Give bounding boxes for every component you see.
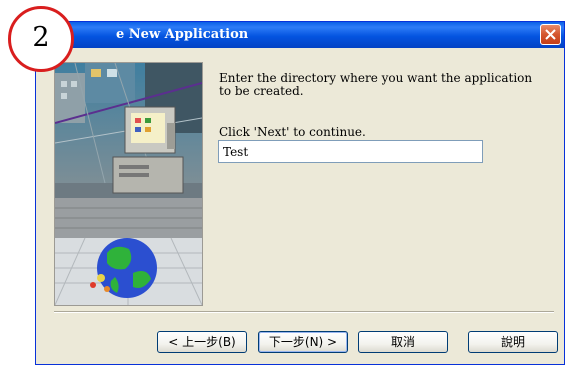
close-icon	[545, 29, 556, 40]
cancel-button[interactable]: 取消	[358, 331, 448, 353]
help-button-label: 說明	[500, 335, 525, 349]
back-button[interactable]: < 上一步(B)	[157, 331, 247, 353]
next-button-label: 下一步(N) >	[268, 335, 338, 349]
button-separator	[54, 311, 554, 313]
computer-globe-image	[55, 63, 202, 305]
instruction-text: Enter the directory where you want the a…	[219, 71, 533, 98]
step-number-badge: 2	[8, 6, 74, 72]
wizard-illustration	[54, 62, 203, 306]
help-button[interactable]: 說明	[468, 331, 558, 353]
window-title: e New Application	[116, 27, 249, 42]
directory-input[interactable]	[218, 140, 483, 163]
continue-prompt: Click 'Next' to continue.	[219, 125, 366, 139]
cancel-button-label: 取消	[390, 335, 415, 349]
back-button-label: < 上一步(B)	[168, 335, 236, 349]
close-button[interactable]	[540, 24, 561, 45]
next-button[interactable]: 下一步(N) >	[258, 331, 348, 353]
new-application-dialog: e New Application Enter the directory wh…	[35, 21, 565, 365]
title-bar[interactable]: e New Application	[36, 22, 564, 48]
